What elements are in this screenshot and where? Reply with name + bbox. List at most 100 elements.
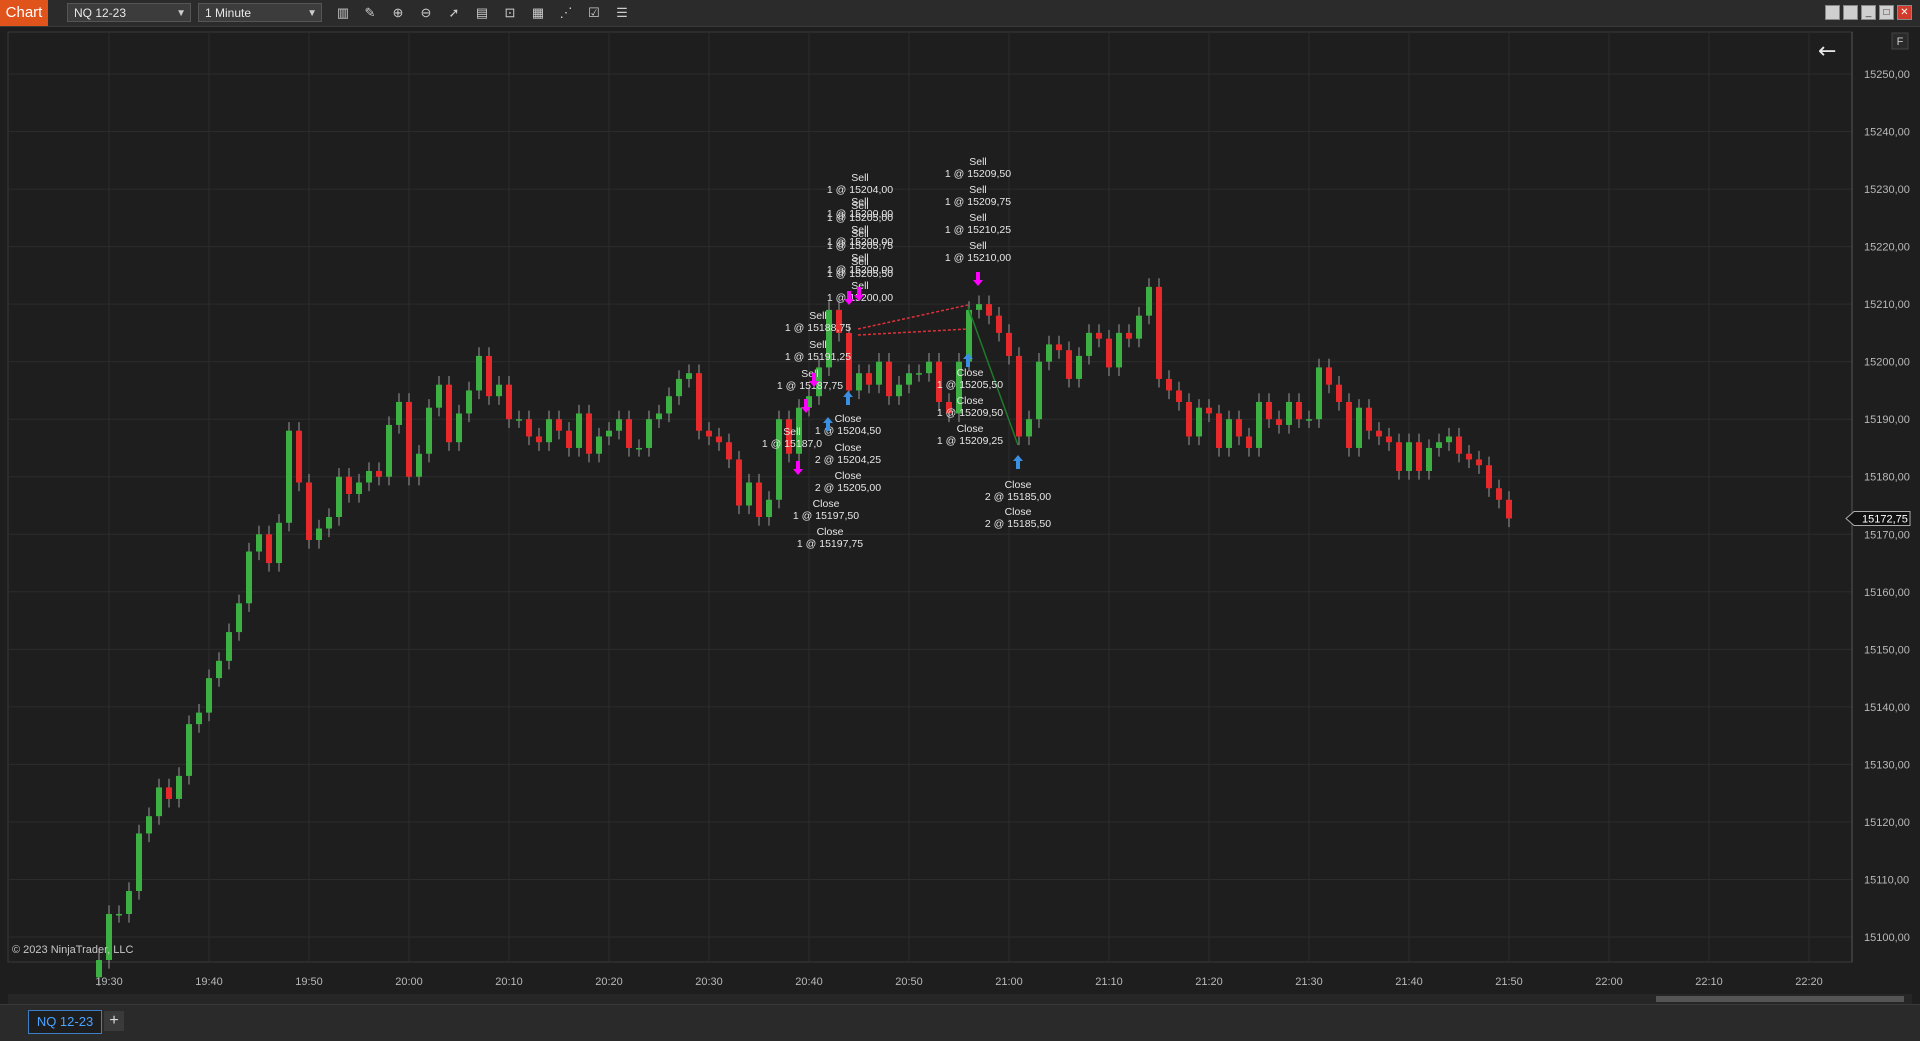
candle-body	[1446, 436, 1452, 443]
x-tick-label: 21:10	[1095, 976, 1123, 988]
order-label-text: 1 @ 15188,75	[785, 322, 851, 334]
order-label-text: Close	[835, 413, 862, 425]
y-tick-label: 15130,00	[1864, 759, 1910, 771]
order-label-text: 2 @ 15185,00	[985, 491, 1051, 503]
horizontal-scrollbar[interactable]	[8, 994, 1912, 1004]
order-label-text: Close	[813, 498, 840, 510]
order-label-text: Sell	[851, 172, 869, 184]
chart-panel[interactable]: 15250,00 15240,00 15230,00 15220,00 15210,00…	[0, 27, 1920, 995]
x-tick-label: 19:40	[195, 976, 223, 988]
strategies-icon[interactable]: ⊡	[500, 3, 520, 23]
candle-body	[776, 419, 782, 500]
zoom-in-icon[interactable]: ⊕	[388, 3, 408, 23]
y-tick-label: 15240,00	[1864, 127, 1910, 139]
candle-body	[1396, 442, 1402, 471]
candle-body	[1126, 332, 1132, 339]
zoom-out-icon[interactable]: ⊖	[416, 3, 436, 23]
candle-body	[746, 482, 752, 506]
candle-body	[306, 482, 312, 541]
price-chart[interactable]: 15250,00 15240,00 15230,00 15220,00 15210,00…	[0, 27, 1920, 995]
candle-body	[406, 401, 412, 477]
restore-panel-icon[interactable]	[1843, 5, 1858, 20]
candle-body	[1466, 453, 1472, 460]
candle-body	[1076, 355, 1082, 379]
bar-type-icon[interactable]: ▥	[333, 3, 353, 23]
candle-body	[436, 384, 442, 408]
data-box-icon[interactable]: ▤	[472, 3, 492, 23]
properties-icon[interactable]: ☑	[584, 3, 604, 23]
order-label-text: 1 @ 15197,50	[793, 510, 859, 522]
close-icon[interactable]: ✕	[1897, 5, 1912, 20]
order-label-text: 2 @ 15185,50	[985, 518, 1051, 530]
candle-body	[486, 355, 492, 397]
candle-body	[296, 430, 302, 483]
candle-body	[1456, 436, 1462, 454]
candle-body	[1266, 401, 1272, 420]
candle-body	[1486, 465, 1492, 489]
candle-body	[1286, 401, 1292, 425]
order-label-text: Close	[957, 395, 984, 407]
indicators-icon[interactable]: ▦	[528, 3, 548, 23]
chart-trader-icon[interactable]: ⋰	[556, 3, 576, 23]
back-arrow-icon[interactable]: ←	[1818, 39, 1836, 64]
candle	[1346, 393, 1352, 457]
candle	[776, 410, 782, 509]
candle-body	[136, 833, 142, 891]
flat-label: F	[1897, 36, 1904, 48]
candle-body	[596, 436, 602, 454]
candle	[246, 542, 252, 612]
order-label-text: 1 @ 15187,0	[762, 438, 822, 450]
add-tab-button[interactable]: +	[104, 1011, 124, 1031]
order-label-text: Close	[1005, 506, 1032, 518]
candle	[106, 905, 112, 969]
list-icon[interactable]: ☰	[612, 3, 632, 23]
chevron-down-icon: ▼	[307, 8, 317, 19]
candle-body	[416, 453, 422, 477]
order-label-text: 1 @ 15209,75	[945, 196, 1011, 208]
instrument-selector[interactable]: NQ 12-23 ▼	[67, 3, 191, 22]
scroll-thumb[interactable]	[1656, 996, 1904, 1002]
x-tick-label: 20:20	[595, 976, 623, 988]
candle	[696, 364, 702, 440]
candle-body	[726, 442, 732, 460]
y-tick-label: 15120,00	[1864, 817, 1910, 829]
candle-body	[286, 430, 292, 523]
tile-window-icon[interactable]	[1825, 5, 1840, 20]
x-tick-label: 20:00	[395, 976, 423, 988]
candle-body	[1146, 286, 1152, 316]
draw-pencil-icon[interactable]: ✎	[360, 3, 380, 23]
tab-instrument[interactable]: NQ 12-23	[28, 1010, 102, 1034]
candle-body	[1006, 332, 1012, 356]
order-label-text: Sell	[969, 240, 987, 252]
candle	[426, 399, 432, 463]
candle-body	[226, 632, 232, 661]
candle-body	[96, 960, 102, 978]
last-price-label: 15172,75	[1862, 513, 1908, 525]
candle-body	[536, 436, 542, 443]
candle-body	[1106, 338, 1112, 368]
candle-body	[566, 430, 572, 448]
candle-body	[166, 787, 172, 799]
minimize-icon[interactable]: _	[1861, 5, 1876, 20]
candle-body	[356, 482, 362, 494]
interval-selector[interactable]: 1 Minute ▼	[198, 3, 322, 22]
candle	[286, 422, 292, 532]
candle-body	[326, 517, 332, 529]
pointer-icon[interactable]: ➚	[444, 3, 464, 23]
candle-body	[1356, 407, 1362, 448]
y-tick-label: 15250,00	[1864, 69, 1910, 81]
candle-body	[1336, 384, 1342, 402]
candle-body	[516, 419, 522, 421]
order-label-text: Sell	[801, 368, 819, 380]
chart-window-tag[interactable]: Chart	[0, 0, 48, 26]
candle-body	[996, 315, 1002, 333]
x-tick-label: 21:50	[1495, 976, 1523, 988]
order-label-text: Sell	[969, 212, 987, 224]
candle-body	[916, 373, 922, 375]
candle-body	[176, 775, 182, 799]
candle	[186, 715, 192, 785]
candle-body	[426, 407, 432, 454]
x-tick-label: 21:40	[1395, 976, 1423, 988]
candle	[406, 393, 412, 486]
maximize-icon[interactable]: □	[1879, 5, 1894, 20]
